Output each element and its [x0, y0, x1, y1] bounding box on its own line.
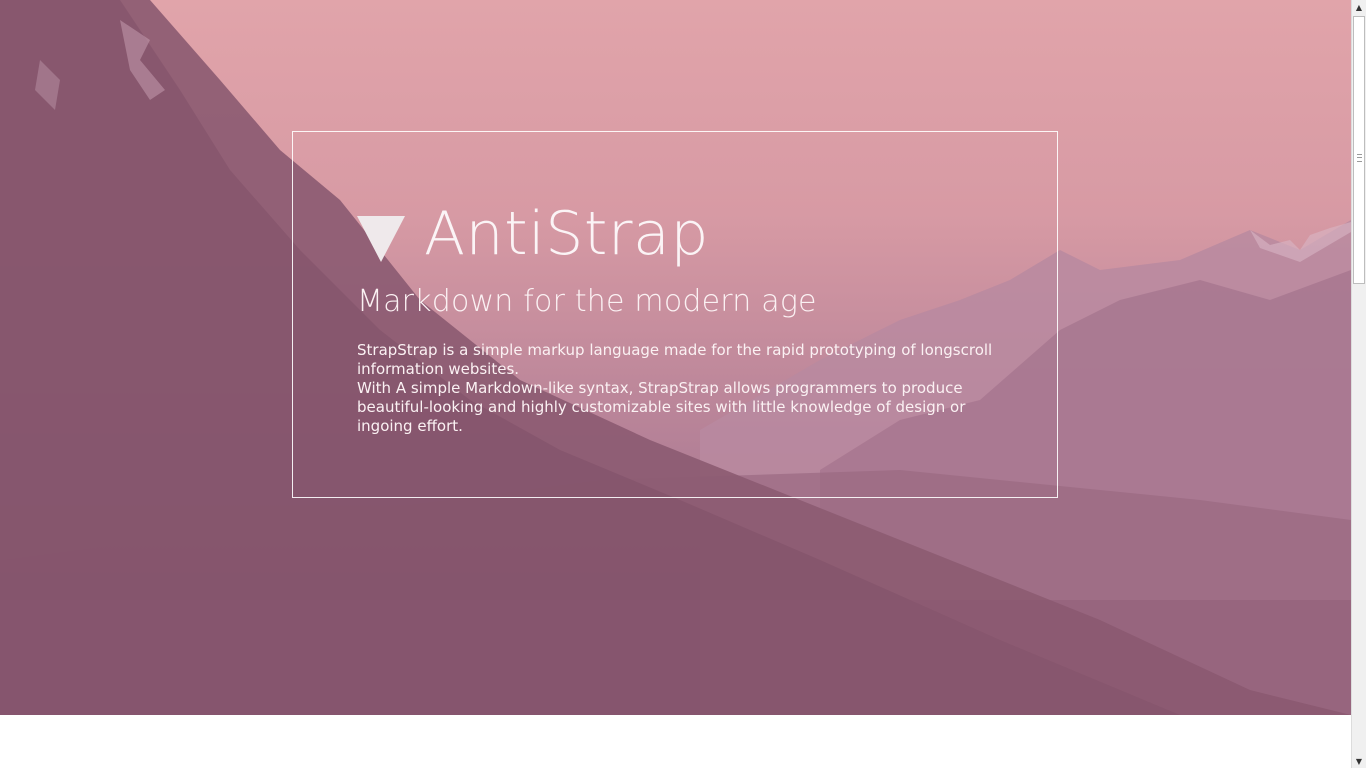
- intro-card: AntiStrap Markdown for the modern age St…: [292, 131, 1058, 498]
- down-triangle-icon: [357, 214, 405, 262]
- scrollbar-thumb[interactable]: [1353, 16, 1365, 284]
- scroll-up-arrow-icon[interactable]: ▲: [1352, 0, 1366, 14]
- hero-section: AntiStrap Markdown for the modern age St…: [0, 0, 1351, 715]
- description-paragraph-1: StrapStrap is a simple markup language m…: [357, 341, 993, 378]
- title-row: AntiStrap: [357, 194, 709, 274]
- vertical-scrollbar[interactable]: ▲ ▼: [1351, 0, 1366, 768]
- page-viewport: AntiStrap Markdown for the modern age St…: [0, 0, 1351, 768]
- scrollbar-grip-icon: [1357, 154, 1362, 162]
- page-subtitle: Markdown for the modern age: [357, 284, 817, 319]
- page-title: AntiStrap: [424, 199, 709, 269]
- description-paragraph-2: With A simple Markdown-like syntax, Stra…: [357, 379, 966, 435]
- scroll-down-arrow-icon[interactable]: ▼: [1352, 754, 1366, 768]
- description: StrapStrap is a simple markup language m…: [357, 341, 997, 436]
